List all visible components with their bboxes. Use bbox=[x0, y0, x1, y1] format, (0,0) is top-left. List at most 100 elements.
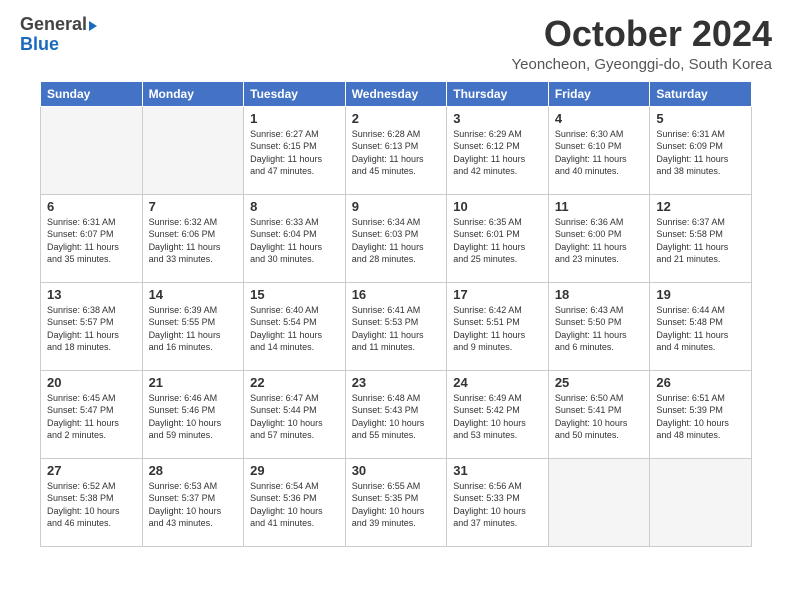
day-info: Sunrise: 6:30 AMSunset: 6:10 PMDaylight:… bbox=[555, 128, 644, 178]
day-info: Sunrise: 6:32 AMSunset: 6:06 PMDaylight:… bbox=[149, 216, 238, 266]
day-info: Sunrise: 6:51 AMSunset: 5:39 PMDaylight:… bbox=[656, 392, 745, 442]
day-cell: 22 Sunrise: 6:47 AMSunset: 5:44 PMDayligh… bbox=[244, 370, 346, 458]
day-info: Sunrise: 6:46 AMSunset: 5:46 PMDaylight:… bbox=[149, 392, 238, 442]
day-info: Sunrise: 6:34 AMSunset: 6:03 PMDaylight:… bbox=[352, 216, 441, 266]
day-number: 21 bbox=[149, 375, 238, 390]
logo-blue-text: Blue bbox=[20, 34, 59, 55]
day-info: Sunrise: 6:29 AMSunset: 6:12 PMDaylight:… bbox=[453, 128, 542, 178]
day-cell: 17 Sunrise: 6:42 AMSunset: 5:51 PMDayligh… bbox=[447, 282, 549, 370]
day-number: 2 bbox=[352, 111, 441, 126]
day-header-monday: Monday bbox=[142, 81, 244, 106]
day-info: Sunrise: 6:33 AMSunset: 6:04 PMDaylight:… bbox=[250, 216, 339, 266]
title-block: October 2024 Yeoncheon, Gyeonggi-do, Sou… bbox=[512, 14, 772, 73]
day-cell: 12Sunrise: 6:37 AMSunset: 5:58 PMDayligh… bbox=[650, 194, 752, 282]
day-number: 10 bbox=[453, 199, 542, 214]
day-info: Sunrise: 6:53 AMSunset: 5:37 PMDaylight:… bbox=[149, 480, 238, 530]
day-cell: 30Sunrise: 6:55 AMSunset: 5:35 PMDayligh… bbox=[345, 458, 447, 546]
week-row-2: 6 Sunrise: 6:31 AMSunset: 6:07 PMDaylight… bbox=[41, 194, 752, 282]
day-cell: 13Sunrise: 6:38 AMSunset: 5:57 PMDayligh… bbox=[41, 282, 143, 370]
day-info: Sunrise: 6:56 AMSunset: 5:33 PMDaylight:… bbox=[453, 480, 542, 530]
week-row-5: 27 Sunrise: 6:52 AMSunset: 5:38 PMDayligh… bbox=[41, 458, 752, 546]
day-number: 1 bbox=[250, 111, 339, 126]
calendar: SundayMondayTuesdayWednesdayThursdayFrid… bbox=[40, 81, 752, 547]
day-number: 31 bbox=[453, 463, 542, 478]
day-info: Sunrise: 6:50 AMSunset: 5:41 PMDaylight:… bbox=[555, 392, 644, 442]
day-number: 19 bbox=[656, 287, 745, 302]
day-header-wednesday: Wednesday bbox=[345, 81, 447, 106]
day-cell: 23Sunrise: 6:48 AMSunset: 5:43 PMDayligh… bbox=[345, 370, 447, 458]
day-number: 17 bbox=[453, 287, 542, 302]
page: General Blue October 2024 Yeoncheon, Gye… bbox=[0, 0, 792, 612]
header-row: SundayMondayTuesdayWednesdayThursdayFrid… bbox=[41, 81, 752, 106]
location: Yeoncheon, Gyeonggi-do, South Korea bbox=[512, 56, 772, 73]
day-cell: 1 Sunrise: 6:27 AMSunset: 6:15 PMDaylight… bbox=[244, 106, 346, 194]
day-info: Sunrise: 6:40 AMSunset: 5:54 PMDaylight:… bbox=[250, 304, 339, 354]
day-number: 25 bbox=[555, 375, 644, 390]
day-info: Sunrise: 6:27 AMSunset: 6:15 PMDaylight:… bbox=[250, 128, 339, 178]
day-cell: 10 Sunrise: 6:35 AMSunset: 6:01 PMDayligh… bbox=[447, 194, 549, 282]
day-cell: 14Sunrise: 6:39 AMSunset: 5:55 PMDayligh… bbox=[142, 282, 244, 370]
header: General Blue October 2024 Yeoncheon, Gye… bbox=[0, 0, 792, 81]
day-info: Sunrise: 6:38 AMSunset: 5:57 PMDaylight:… bbox=[47, 304, 136, 354]
day-number: 18 bbox=[555, 287, 644, 302]
day-number: 24 bbox=[453, 375, 542, 390]
day-cell: 8 Sunrise: 6:33 AMSunset: 6:04 PMDaylight… bbox=[244, 194, 346, 282]
day-number: 29 bbox=[250, 463, 339, 478]
day-cell bbox=[41, 106, 143, 194]
day-info: Sunrise: 6:55 AMSunset: 5:35 PMDaylight:… bbox=[352, 480, 441, 530]
logo: General Blue bbox=[20, 14, 97, 55]
day-number: 15 bbox=[250, 287, 339, 302]
day-info: Sunrise: 6:52 AMSunset: 5:38 PMDaylight:… bbox=[47, 480, 136, 530]
day-number: 4 bbox=[555, 111, 644, 126]
day-cell: 21 Sunrise: 6:46 AMSunset: 5:46 PMDayligh… bbox=[142, 370, 244, 458]
day-cell: 29 Sunrise: 6:54 AMSunset: 5:36 PMDayligh… bbox=[244, 458, 346, 546]
day-cell: 6 Sunrise: 6:31 AMSunset: 6:07 PMDaylight… bbox=[41, 194, 143, 282]
day-number: 11 bbox=[555, 199, 644, 214]
day-number: 8 bbox=[250, 199, 339, 214]
day-info: Sunrise: 6:49 AMSunset: 5:42 PMDaylight:… bbox=[453, 392, 542, 442]
day-info: Sunrise: 6:31 AMSunset: 6:09 PMDaylight:… bbox=[656, 128, 745, 178]
day-cell: 20 Sunrise: 6:45 AMSunset: 5:47 PMDayligh… bbox=[41, 370, 143, 458]
day-info: Sunrise: 6:43 AMSunset: 5:50 PMDaylight:… bbox=[555, 304, 644, 354]
month-title: October 2024 bbox=[512, 14, 772, 54]
day-cell: 16 Sunrise: 6:41 AMSunset: 5:53 PMDayligh… bbox=[345, 282, 447, 370]
day-header-saturday: Saturday bbox=[650, 81, 752, 106]
day-header-thursday: Thursday bbox=[447, 81, 549, 106]
day-cell: 24 Sunrise: 6:49 AMSunset: 5:42 PMDayligh… bbox=[447, 370, 549, 458]
day-number: 12 bbox=[656, 199, 745, 214]
day-number: 27 bbox=[47, 463, 136, 478]
day-info: Sunrise: 6:31 AMSunset: 6:07 PMDaylight:… bbox=[47, 216, 136, 266]
day-info: Sunrise: 6:42 AMSunset: 5:51 PMDaylight:… bbox=[453, 304, 542, 354]
day-cell: 2 Sunrise: 6:28 AMSunset: 6:13 PMDaylight… bbox=[345, 106, 447, 194]
day-number: 26 bbox=[656, 375, 745, 390]
day-number: 28 bbox=[149, 463, 238, 478]
logo-general-text: General bbox=[20, 14, 87, 34]
day-cell: 31 Sunrise: 6:56 AMSunset: 5:33 PMDayligh… bbox=[447, 458, 549, 546]
day-info: Sunrise: 6:54 AMSunset: 5:36 PMDaylight:… bbox=[250, 480, 339, 530]
week-row-1: 1 Sunrise: 6:27 AMSunset: 6:15 PMDaylight… bbox=[41, 106, 752, 194]
day-info: Sunrise: 6:44 AMSunset: 5:48 PMDaylight:… bbox=[656, 304, 745, 354]
day-number: 16 bbox=[352, 287, 441, 302]
day-info: Sunrise: 6:48 AMSunset: 5:43 PMDaylight:… bbox=[352, 392, 441, 442]
day-info: Sunrise: 6:35 AMSunset: 6:01 PMDaylight:… bbox=[453, 216, 542, 266]
day-cell bbox=[650, 458, 752, 546]
day-cell: 18 Sunrise: 6:43 AMSunset: 5:50 PMDayligh… bbox=[548, 282, 650, 370]
day-info: Sunrise: 6:28 AMSunset: 6:13 PMDaylight:… bbox=[352, 128, 441, 178]
day-cell bbox=[142, 106, 244, 194]
day-number: 22 bbox=[250, 375, 339, 390]
day-number: 5 bbox=[656, 111, 745, 126]
day-info: Sunrise: 6:41 AMSunset: 5:53 PMDaylight:… bbox=[352, 304, 441, 354]
day-cell: 3 Sunrise: 6:29 AMSunset: 6:12 PMDaylight… bbox=[447, 106, 549, 194]
day-number: 20 bbox=[47, 375, 136, 390]
day-cell: 4 Sunrise: 6:30 AMSunset: 6:10 PMDaylight… bbox=[548, 106, 650, 194]
day-number: 6 bbox=[47, 199, 136, 214]
day-number: 14 bbox=[149, 287, 238, 302]
day-cell: 26 Sunrise: 6:51 AMSunset: 5:39 PMDayligh… bbox=[650, 370, 752, 458]
day-info: Sunrise: 6:45 AMSunset: 5:47 PMDaylight:… bbox=[47, 392, 136, 442]
week-row-3: 13Sunrise: 6:38 AMSunset: 5:57 PMDayligh… bbox=[41, 282, 752, 370]
day-cell: 7Sunrise: 6:32 AMSunset: 6:06 PMDaylight… bbox=[142, 194, 244, 282]
day-info: Sunrise: 6:47 AMSunset: 5:44 PMDaylight:… bbox=[250, 392, 339, 442]
day-cell: 28 Sunrise: 6:53 AMSunset: 5:37 PMDayligh… bbox=[142, 458, 244, 546]
day-number: 3 bbox=[453, 111, 542, 126]
day-cell: 15 Sunrise: 6:40 AMSunset: 5:54 PMDayligh… bbox=[244, 282, 346, 370]
